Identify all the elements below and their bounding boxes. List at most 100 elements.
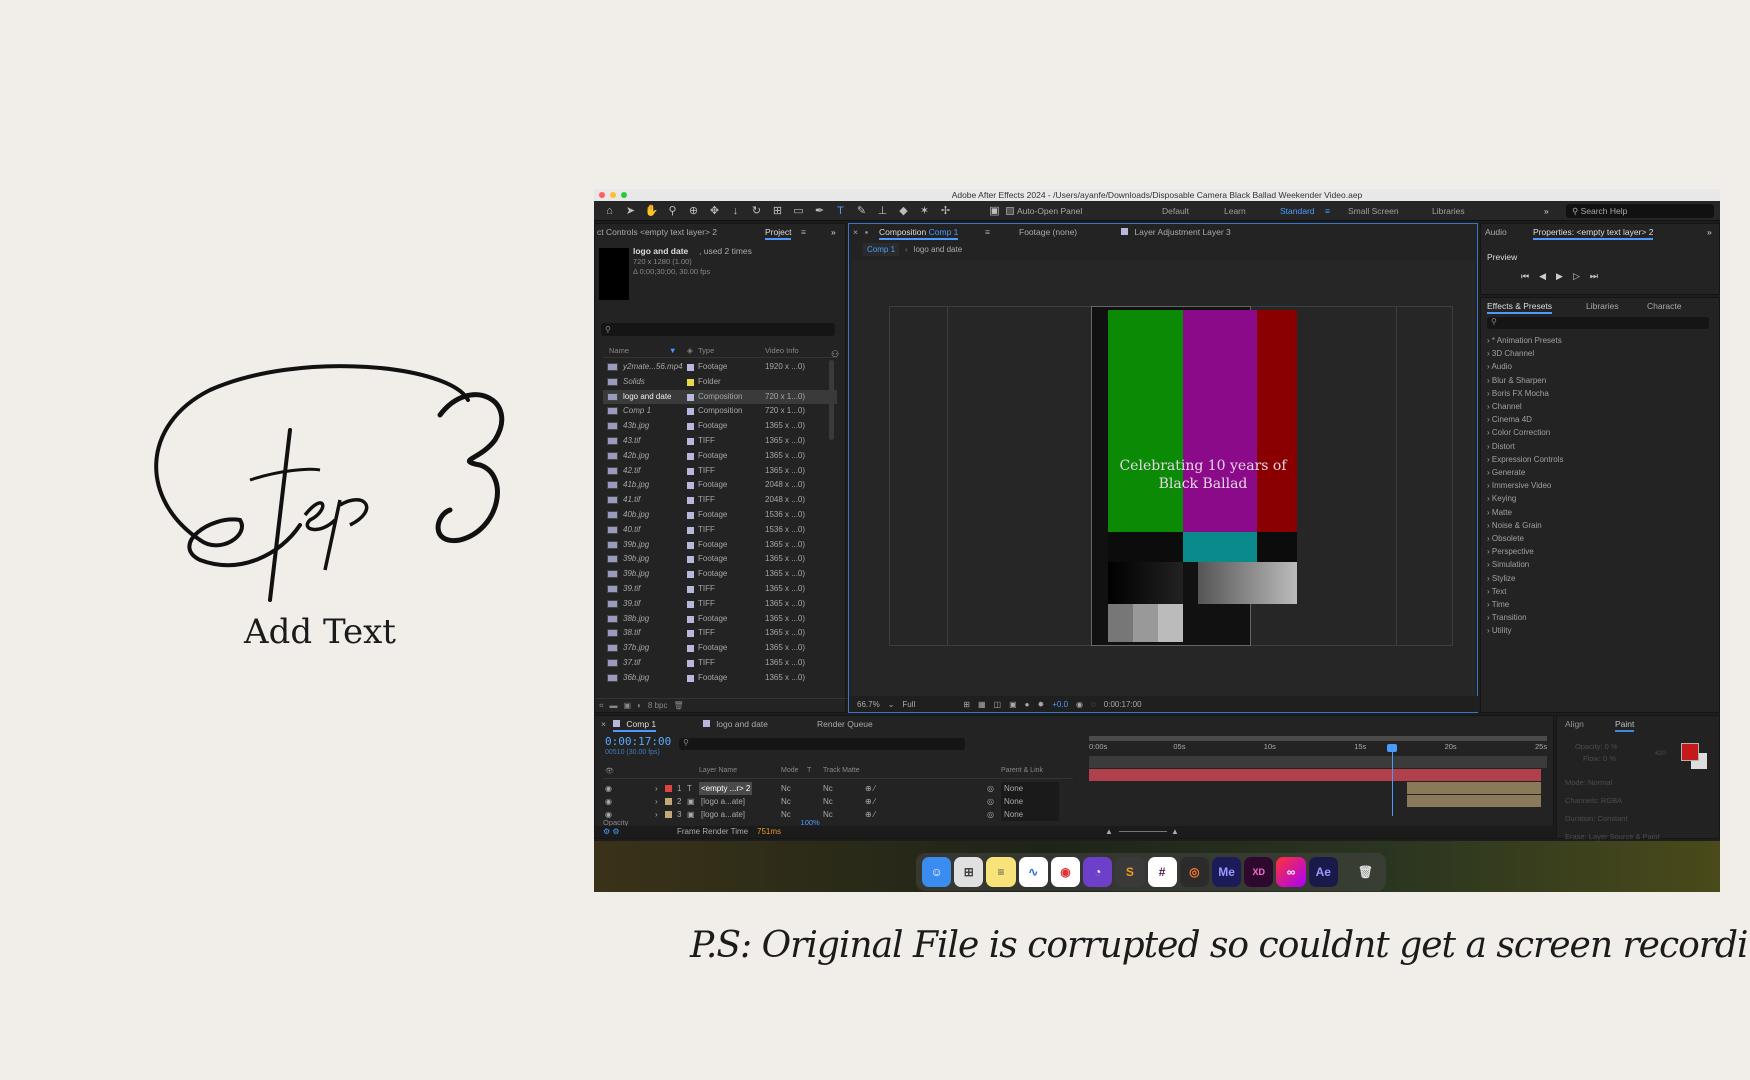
layer-name[interactable]: <empty ...r> 2 (699, 782, 753, 795)
label-swatch[interactable] (687, 467, 694, 475)
tab-align[interactable]: Align (1565, 716, 1584, 732)
mask-icon[interactable]: ▦ (978, 700, 986, 709)
blender-icon[interactable]: ◎ (1179, 857, 1209, 887)
project-item-row[interactable]: 40.tif TIFF 1536 x ...0) (603, 523, 837, 537)
project-item-row[interactable]: 36b.jpg Footage 1365 x ...0) (603, 671, 837, 685)
eraser-icon[interactable]: ◆ (894, 203, 913, 219)
matte-dropdown[interactable]: Nc (823, 808, 833, 821)
tab-project[interactable]: Project (765, 224, 792, 240)
visibility-icon[interactable]: 👁 (605, 767, 614, 775)
freeform-icon[interactable]: ∿ (1018, 857, 1048, 887)
trash-icon[interactable]: 🗑 (674, 699, 684, 712)
expand-chevron-icon[interactable]: › (1487, 455, 1490, 464)
puppet-pin-icon[interactable]: ✢ (936, 203, 955, 219)
effects-category[interactable]: › Time (1487, 598, 1509, 611)
track-bar-logo-1[interactable] (1407, 782, 1541, 794)
effects-category[interactable]: › Perspective (1487, 545, 1534, 558)
prev-frame-icon[interactable]: ◀ (1539, 271, 1546, 282)
xd-icon[interactable]: XD (1244, 857, 1274, 887)
first-frame-icon[interactable]: ⏮ (1521, 271, 1529, 282)
duration-dropdown[interactable]: Constant (1598, 814, 1628, 823)
snapshot-icon[interactable]: ◉ (1076, 700, 1083, 709)
type-tool-icon[interactable]: T (831, 203, 850, 219)
workspace-default[interactable]: Default (1162, 201, 1189, 221)
pickwhip-icon[interactable]: ◎ (987, 795, 994, 808)
project-item-row[interactable]: 39b.jpg Footage 1365 x ...0) (603, 538, 837, 552)
composition-viewer[interactable]: Celebrating 10 years of Black Ballad (851, 260, 1475, 698)
twirl-chevron-icon[interactable]: › (655, 795, 658, 808)
effects-category[interactable]: › Channel (1487, 400, 1522, 413)
render-options-icon[interactable]: ⚙ ⚙ (603, 826, 620, 838)
project-item-row[interactable]: 42.tif TIFF 1365 x ...0) (603, 464, 837, 478)
column-video-info[interactable]: Video Info (765, 346, 799, 355)
tab-footage[interactable]: Footage (none) (1019, 224, 1077, 240)
expand-chevron-icon[interactable]: › (1487, 587, 1490, 596)
expand-chevron-icon[interactable]: › (1487, 613, 1490, 622)
project-item-row[interactable]: 37.tif TIFF 1365 x ...0) (603, 656, 837, 670)
project-item-row[interactable]: 41.tif TIFF 2048 x ...0) (603, 493, 837, 507)
project-item-row[interactable]: 42b.jpg Footage 1365 x ...0) (603, 449, 837, 463)
comp-panel-menu-icon[interactable]: ≡ (985, 224, 990, 240)
brush-tool-icon[interactable]: ✎ (852, 203, 871, 219)
effects-category[interactable]: › Text (1487, 585, 1506, 598)
tab-render-queue[interactable]: Render Queue (817, 716, 873, 732)
next-frame-icon[interactable]: ▷ (1573, 271, 1580, 282)
switches-icon[interactable]: ⊕ ⁄ (865, 795, 875, 808)
playhead-handle[interactable] (1387, 744, 1397, 752)
workspace-menu-icon[interactable]: ≡ (1325, 201, 1330, 221)
label-swatch[interactable] (687, 408, 694, 416)
label-swatch[interactable] (687, 615, 694, 623)
clone-stamp-icon[interactable]: ⊥ (873, 203, 892, 219)
canvas-text-layer[interactable]: Celebrating 10 years of Black Ballad (1108, 457, 1298, 493)
dolly-icon[interactable]: ↓ (726, 203, 745, 219)
timeline-timecode[interactable]: 0:00:17:00 (605, 735, 671, 748)
zoom-tool-icon[interactable]: ⚲ (663, 203, 682, 219)
workspace-small-screen[interactable]: Small Screen (1348, 201, 1399, 221)
time-ruler[interactable]: 0:00s 05s 10s 15s 20s 25s (1089, 742, 1547, 754)
lock-icon[interactable]: ▪ (865, 224, 868, 240)
effects-category[interactable]: › Boris FX Mocha (1487, 387, 1549, 400)
mode-dropdown[interactable]: Normal (1588, 778, 1612, 787)
label-swatch[interactable] (687, 512, 694, 519)
pan-icon[interactable]: ✥ (705, 203, 724, 219)
zoom-window-button[interactable] (621, 192, 627, 198)
label-swatch[interactable] (687, 600, 694, 608)
composition-canvas[interactable]: Celebrating 10 years of Black Ballad (1091, 306, 1297, 646)
twirl-chevron-icon[interactable]: › (655, 782, 658, 795)
label-column-icon[interactable]: ◈ (687, 346, 693, 355)
expand-chevron-icon[interactable]: › (1487, 521, 1490, 530)
pickwhip-icon[interactable]: ◎ (987, 782, 994, 795)
parent-dropdown[interactable]: None (1001, 782, 1059, 795)
effects-category[interactable]: › Distort (1487, 440, 1515, 453)
label-swatch[interactable] (687, 660, 694, 667)
label-swatch[interactable] (687, 571, 694, 579)
expand-chevron-icon[interactable]: › (1487, 362, 1490, 371)
flowchart-icon[interactable]: ⚇ (831, 349, 839, 360)
tab-timeline-logo[interactable]: logo and date (703, 716, 768, 732)
breadcrumb-comp1[interactable]: Comp 1 (863, 243, 900, 256)
expand-chevron-icon[interactable]: › (1487, 376, 1490, 385)
zoom-dropdown[interactable]: 66.7% (857, 700, 880, 709)
project-item-row[interactable]: 43.tif TIFF 1365 x ...0) (603, 434, 837, 448)
effects-category[interactable]: › Matte (1487, 506, 1512, 519)
finder-icon[interactable]: ☺ (922, 857, 952, 887)
effects-category[interactable]: › Expression Controls (1487, 453, 1564, 466)
label-swatch[interactable] (687, 630, 694, 638)
column-type[interactable]: Type (698, 346, 714, 355)
erase-dropdown[interactable]: Layer Source & Paint (1589, 832, 1660, 841)
layer-name[interactable]: [logo a...ate] (699, 795, 747, 808)
project-item-row[interactable]: 38b.jpg Footage 1365 x ...0) (603, 612, 837, 626)
expand-chevron-icon[interactable]: › (1487, 560, 1490, 569)
zoom-slider[interactable] (1119, 831, 1167, 832)
expand-chevron-icon[interactable]: › (1487, 574, 1490, 583)
matte-dropdown[interactable]: Nc (823, 795, 833, 808)
panel-menu-icon[interactable]: ≡ (801, 224, 806, 240)
rectangle-tool-icon[interactable]: ▭ (789, 203, 808, 219)
project-item-row[interactable]: 39.tif TIFF 1365 x ...0) (603, 582, 837, 596)
pickwhip-icon[interactable]: ◎ (987, 808, 994, 821)
project-item-row[interactable]: Comp 1 Composition 720 x 1...0) (603, 404, 837, 418)
region-icon[interactable]: ◫ (994, 700, 1002, 709)
matte-dropdown[interactable]: Nc (823, 782, 833, 795)
hand-tool-icon[interactable]: ✋ (642, 203, 661, 219)
track-bar-text-layer[interactable] (1089, 769, 1541, 781)
